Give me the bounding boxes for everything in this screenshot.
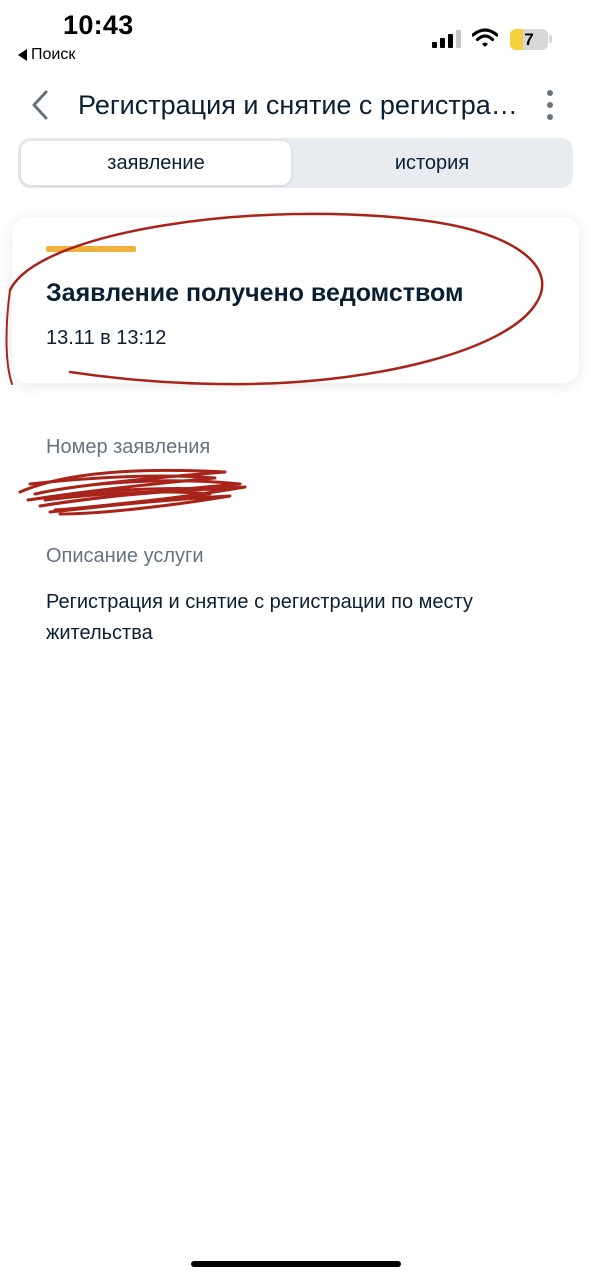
home-indicator[interactable] (191, 1261, 401, 1267)
back-to-app-label: Поиск (31, 46, 76, 63)
wifi-icon (472, 28, 498, 47)
tab-bar: заявление история (18, 138, 573, 188)
tab-application[interactable]: заявление (21, 141, 291, 185)
status-title: Заявление получено ведомством (46, 279, 464, 307)
battery-nub (549, 35, 552, 43)
status-date: 13.11 в 13:12 (46, 327, 167, 349)
battery-icon: 7 (510, 29, 548, 50)
back-to-app-link[interactable]: Поиск (18, 46, 75, 64)
redaction-scribble (18, 468, 247, 516)
status-accent-stripe (46, 246, 136, 252)
page-title: Регистрация и снятие с регистрации по ме… (78, 90, 518, 120)
chevron-left-icon[interactable] (28, 88, 52, 122)
back-triangle-icon (18, 49, 27, 61)
service-description-value: Регистрация и снятие с регистрации по ме… (46, 591, 473, 644)
more-vertical-icon[interactable] (540, 90, 560, 120)
cellular-signal-icon (432, 30, 461, 48)
tab-history[interactable]: история (294, 141, 570, 185)
application-number-label: Номер заявления (46, 436, 211, 458)
service-description-label: Описание услуги (46, 545, 204, 567)
battery-level: 7 (524, 30, 534, 49)
status-time: 10:43 (63, 10, 134, 40)
